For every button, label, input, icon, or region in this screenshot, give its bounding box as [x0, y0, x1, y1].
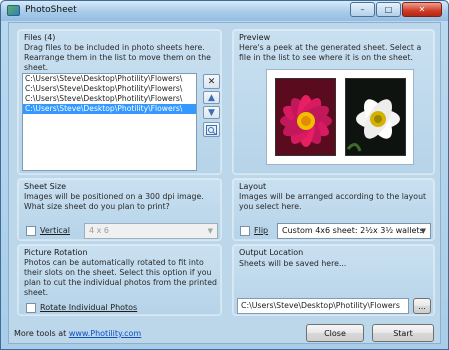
output-heading: Output Location: [239, 248, 304, 257]
preview-description: Here's a peek at the generated sheet. Se…: [239, 43, 422, 62]
sheet-size-description: Images will be positioned on a 300 dpi i…: [24, 192, 204, 211]
more-tools-text: More tools at www.Photility.com: [14, 329, 141, 338]
close-window-button[interactable]: ✕: [402, 2, 442, 17]
view-icon: [206, 124, 217, 135]
client-area: Files (4) Drag files to be included in p…: [8, 22, 441, 344]
pink-flower-image: [276, 79, 335, 155]
caption-buttons: – □ ✕: [350, 2, 442, 17]
flip-checkbox[interactable]: [240, 226, 250, 236]
chevron-down-icon: ▼: [420, 227, 426, 235]
layout-group: Layout Images will be arranged according…: [232, 178, 435, 241]
sheet-size-value: 4 x 6: [89, 226, 109, 235]
rotate-label: Rotate Individual Photos: [40, 303, 137, 312]
preview-heading: Preview: [239, 33, 271, 42]
flip-label: Flip: [254, 226, 268, 235]
minimize-button[interactable]: –: [350, 2, 375, 17]
close-button[interactable]: Close: [306, 324, 364, 342]
layout-select[interactable]: Custom 4x6 sheet: 2½x 3½ wallets ▼: [277, 223, 431, 239]
list-item[interactable]: C:\Users\Steve\Desktop\Photility\Flowers…: [23, 94, 196, 104]
chevron-down-icon: ▼: [207, 227, 213, 235]
vertical-checkbox[interactable]: [26, 226, 36, 236]
flip-label-text: Flip: [254, 226, 269, 235]
window-title: PhotoSheet: [25, 5, 77, 15]
preview-group: Preview Here's a peek at the generated s…: [232, 29, 435, 175]
app-icon: [7, 5, 20, 16]
white-flower-image: [346, 79, 405, 155]
files-group: Files (4) Drag files to be included in p…: [17, 29, 222, 175]
list-item[interactable]: C:\Users\Steve\Desktop\Photility\Flowers…: [23, 104, 196, 114]
output-description: Sheets will be saved here...: [239, 259, 347, 268]
rotate-label-text: Rotate Individual Photos: [40, 303, 138, 312]
output-path-input[interactable]: C:\Users\Steve\Desktop\Photility\Flowers: [237, 298, 409, 314]
layout-description: Images will be arranged according to the…: [239, 192, 427, 211]
sheet-preview[interactable]: [266, 69, 414, 165]
move-up-icon: ▲: [208, 92, 215, 103]
rotation-heading: Picture Rotation: [24, 248, 88, 257]
move-up-button[interactable]: ▲: [203, 91, 220, 104]
rotation-description: Photos can be automatically rotated to f…: [24, 258, 217, 297]
move-down-icon: ▼: [208, 107, 215, 118]
maximize-button[interactable]: □: [376, 2, 401, 17]
layout-heading: Layout: [239, 182, 267, 191]
list-item[interactable]: C:\Users\Steve\Desktop\Photility\Flowers…: [23, 74, 196, 84]
app-window: PhotoSheet – □ ✕ Files (4) Drag files to…: [0, 0, 449, 350]
rotation-group: Picture Rotation Photos can be automatic…: [17, 244, 222, 316]
sheet-size-select[interactable]: 4 x 6 ▼: [84, 223, 218, 239]
preview-photo-2[interactable]: [345, 78, 406, 156]
vertical-label-text: Vertical: [40, 226, 70, 235]
browse-button[interactable]: ...: [413, 298, 431, 314]
close-icon: ✕: [418, 5, 426, 14]
title-bar[interactable]: PhotoSheet – □ ✕: [1, 1, 448, 21]
remove-file-button[interactable]: ✕: [203, 74, 220, 89]
output-group: Output Location Sheets will be saved her…: [232, 244, 435, 316]
preview-photo-1[interactable]: [275, 78, 336, 156]
files-description: Drag files to be included in photo sheet…: [24, 43, 211, 72]
minimize-icon: –: [360, 5, 365, 14]
maximize-icon: □: [384, 5, 393, 14]
sheet-size-heading: Sheet Size: [24, 182, 67, 191]
list-item[interactable]: C:\Users\Steve\Desktop\Photility\Flowers…: [23, 84, 196, 94]
rotate-checkbox[interactable]: [26, 303, 36, 313]
more-tools-prefix: More tools at: [14, 329, 67, 338]
layout-value: Custom 4x6 sheet: 2½x 3½ wallets: [282, 226, 424, 235]
photility-link[interactable]: www.Photility.com: [69, 329, 141, 338]
vertical-label: Vertical: [40, 226, 70, 235]
sheet-size-group: Sheet Size Images will be positioned on …: [17, 178, 222, 241]
remove-icon: ✕: [207, 76, 216, 87]
view-file-button[interactable]: [203, 122, 220, 137]
move-down-button[interactable]: ▼: [203, 106, 220, 119]
files-heading: Files (4): [24, 33, 56, 42]
start-button[interactable]: Start: [372, 324, 434, 342]
files-listbox[interactable]: C:\Users\Steve\Desktop\Photility\Flowers…: [22, 73, 197, 171]
